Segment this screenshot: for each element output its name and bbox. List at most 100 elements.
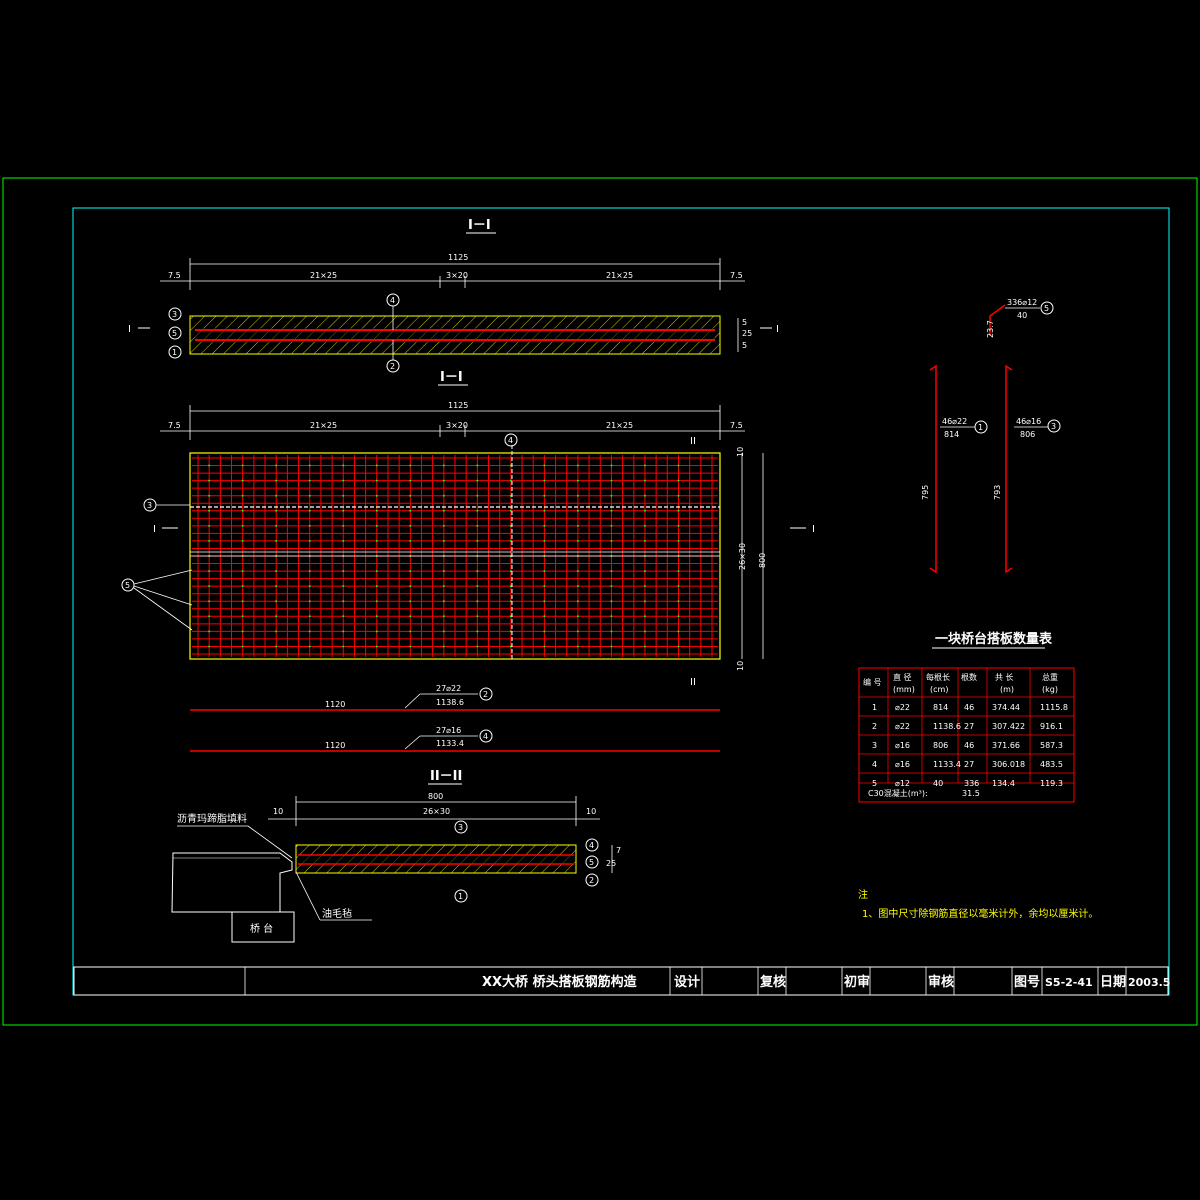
th-total-length: 共 长 xyxy=(995,672,1014,682)
table-cell: 46 xyxy=(964,703,974,712)
bar4-length: 1120 xyxy=(325,741,345,750)
notes-title: 注 xyxy=(858,888,868,901)
table-cell: ⌀16 xyxy=(895,741,910,750)
tb-design: 设计 xyxy=(674,974,700,990)
plan-cut-mark-left: I xyxy=(153,524,156,535)
table-cell: 1115.8 xyxy=(1040,703,1068,712)
bar1-callout: 1 xyxy=(978,423,983,432)
table-cell: ⌀22 xyxy=(895,722,910,731)
section-thickness-2: 25 xyxy=(606,859,616,868)
bar3-callout: 3 xyxy=(1051,422,1056,431)
top-side-dim-1: 5 xyxy=(742,318,747,327)
plan-right-edge-dim: 7.5 xyxy=(730,421,743,430)
table-cell: 27 xyxy=(964,722,974,731)
plan-seg-right-dim: 21×25 xyxy=(606,421,633,430)
svg-text:1: 1 xyxy=(458,892,463,901)
plan-bottom-edge-dim: 10 xyxy=(736,661,745,671)
th-diameter: 直 径 xyxy=(893,672,912,682)
th-length: 每根长 xyxy=(926,672,950,682)
top-seg-right-dim: 21×25 xyxy=(606,271,633,280)
table-cell: 134.4 xyxy=(992,779,1015,788)
tb-date-label: 日期 xyxy=(1100,975,1126,990)
bar2-length-note: 1138.6 xyxy=(436,698,464,707)
th-unit-mm: (mm) xyxy=(893,685,915,694)
table-cell: 483.5 xyxy=(1040,760,1063,769)
table-header: 编 号 直 径 每根长 根数 共 长 总重 (mm) (cm) (m) (kg) xyxy=(863,672,1058,694)
label-abutment: 桥 台 xyxy=(250,922,273,935)
bar5-side: 23.7 xyxy=(986,320,995,338)
table-cell: 587.3 xyxy=(1040,741,1063,750)
top-side-dim-2: 25 xyxy=(742,329,752,338)
right-bar-details: 336⌀12 40 23.7 5 46⌀22 814 1 795 46⌀16 8… xyxy=(921,298,1061,574)
table-cell: ⌀12 xyxy=(895,779,910,788)
table-cell: 371.66 xyxy=(992,741,1020,750)
label-felt: 油毛毡 xyxy=(322,907,352,920)
plan-callouts: 4 3 5 xyxy=(121,433,518,631)
table-cell: 46 xyxy=(964,741,974,750)
drawing-canvas: I－I 1125 7.5 21×25 3×20 21×25 7.5 I I 5 … xyxy=(2,177,1198,1026)
table-cell: 307.422 xyxy=(992,722,1025,731)
svg-text:2: 2 xyxy=(589,876,594,885)
table-cell: 336 xyxy=(964,779,979,788)
plan-left-edge-dim: 7.5 xyxy=(168,421,181,430)
tb-approve: 审核 xyxy=(928,974,954,990)
top-side-dim-3: 5 xyxy=(742,341,747,350)
th-unit-cm: (cm) xyxy=(930,685,948,694)
svg-text:4: 4 xyxy=(390,296,395,305)
top-left-edge-dim: 7.5 xyxy=(168,271,181,280)
svg-text:4: 4 xyxy=(508,436,513,445)
notes-line-1: 1、图中尺寸除钢筋直径以毫米计外，余均以厘米计。 xyxy=(862,907,1098,920)
table-cell: 814 xyxy=(933,703,948,712)
title-block: XX大桥 桥头搭板钢筋构造 设计 复核 初审 审核 图号 S5-2-41 日期 … xyxy=(73,966,1170,996)
table-cell: ⌀22 xyxy=(895,703,910,712)
table-cell: 306.018 xyxy=(992,760,1025,769)
long-bars: 1120 27⌀22 1138.6 2 1120 27⌀16 1133.4 4 xyxy=(190,684,720,752)
abutment-outline xyxy=(171,852,293,913)
svg-text:3: 3 xyxy=(147,501,152,510)
table-cell: 2 xyxy=(872,722,877,731)
svg-text:5: 5 xyxy=(589,858,594,867)
table-cell: 374.44 xyxy=(992,703,1020,712)
bottom-section-title: II－II xyxy=(430,769,462,784)
table-cell: 4 xyxy=(872,760,877,769)
plan-cut-mark-top: II xyxy=(690,436,696,447)
bar3-height: 793 xyxy=(993,485,1002,500)
bottom-section: II－II 800 10 26×30 10 桥 台 沥青玛蹄脂填料 油毛毡 7 … xyxy=(171,769,621,943)
tb-date: 2003.5 xyxy=(1128,976,1170,989)
top-section: I－I 1125 7.5 21×25 3×20 21×25 7.5 I I 5 … xyxy=(128,218,779,373)
th-unit-m: (m) xyxy=(1000,685,1014,694)
table-cell: 3 xyxy=(872,741,877,750)
quantity-table: 一块桥台搭板数量表 编 号 直 径 每根长 根数 共 长 总重 (mm) (cm… xyxy=(858,631,1075,803)
top-seg-left-dim: 21×25 xyxy=(310,271,337,280)
table-cell: 40 xyxy=(933,779,943,788)
section-overall-dim: 800 xyxy=(428,792,443,801)
tb-fig-no: S5-2-41 xyxy=(1045,976,1093,989)
top-cut-mark-right: I xyxy=(776,324,779,335)
th-weight: 总重 xyxy=(1042,672,1058,682)
svg-text:3: 3 xyxy=(458,823,463,832)
tb-check: 复核 xyxy=(759,974,786,990)
section-left-edge-dim: 10 xyxy=(273,807,283,816)
table-cell: ⌀16 xyxy=(895,760,910,769)
table-cell: 1133.4 xyxy=(933,760,961,769)
svg-text:4: 4 xyxy=(589,841,594,850)
bar2-length: 1120 xyxy=(325,700,345,709)
table-cell: 1 xyxy=(872,703,877,712)
tb-review: 初审 xyxy=(844,974,870,990)
table-footer-value: 31.5 xyxy=(962,789,980,798)
plan-view: I－I 1125 7.5 21×25 3×20 21×25 7.5 10 10 … xyxy=(121,370,815,688)
plan-seg-left-dim: 21×25 xyxy=(310,421,337,430)
bar4-callout: 4 xyxy=(483,732,488,741)
plan-cut-mark-right: I xyxy=(812,524,815,535)
tb-fig-label: 图号 xyxy=(1014,975,1040,990)
svg-text:3: 3 xyxy=(172,310,177,319)
bar2-spec: 27⌀22 xyxy=(436,684,461,693)
bar1-height: 795 xyxy=(921,485,930,500)
table-cell: 1138.6 xyxy=(933,722,961,731)
table-cell: 119.3 xyxy=(1040,779,1063,788)
th-unit-kg: (kg) xyxy=(1042,685,1058,694)
bar5-spec: 336⌀12 xyxy=(1007,298,1037,307)
svg-text:1: 1 xyxy=(172,348,177,357)
table-footer-label: C30混凝土(m³): xyxy=(868,788,928,798)
bar5-length: 40 xyxy=(1017,311,1027,320)
